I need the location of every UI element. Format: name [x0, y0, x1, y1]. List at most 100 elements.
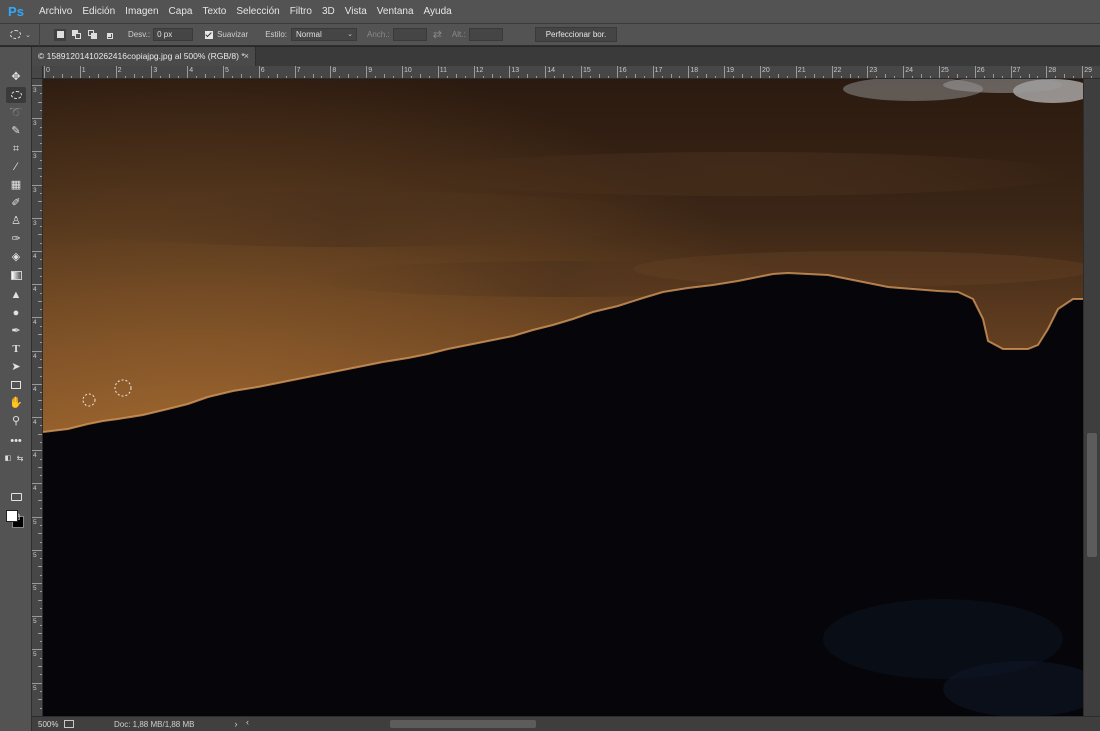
antialias-checkbox[interactable]	[205, 30, 214, 39]
ruler-tick-label: 5	[225, 67, 229, 74]
ruler-tick	[258, 66, 260, 78]
menu-seleccion[interactable]: Selección	[231, 0, 284, 24]
width-input[interactable]	[392, 28, 427, 41]
close-icon[interactable]: ×	[244, 47, 249, 66]
new-selection-icon	[56, 31, 64, 38]
lasso-icon[interactable]: ➰	[6, 105, 26, 121]
gradient-icon[interactable]	[6, 267, 26, 283]
horizontal-ruler[interactable]: 0 1 2 3 4 5 6 7 8 9 10 11 12 13 14 15 16 17 18 19 20 21 22 23 24…	[32, 66, 1100, 79]
eraser-icon[interactable]: ◈	[6, 249, 26, 265]
intersect-selection-button[interactable]	[102, 29, 114, 41]
ruler-tick	[867, 66, 869, 78]
ruler-tick	[32, 317, 42, 319]
style-select[interactable]: Normal ⌄	[291, 28, 357, 41]
add-selection-button[interactable]	[70, 29, 82, 41]
move-icon[interactable]: ✥	[6, 69, 26, 85]
document-tab[interactable]: © 15891201410262416copiajpg.jpg al 500% …	[32, 47, 256, 66]
swap-colors-icon[interactable]: ⇆	[14, 451, 26, 467]
horizontal-scrollbar[interactable]: ‹	[246, 717, 1100, 730]
ruler-tick	[1082, 66, 1084, 78]
ruler-tick-label: 4	[33, 385, 37, 393]
zoom-icon[interactable]: ⚲	[6, 413, 26, 429]
dodge-icon[interactable]: ●	[6, 305, 26, 321]
horizontal-scrollbar-thumb[interactable]	[390, 720, 536, 728]
swap-width-height-icon[interactable]: ⇄	[433, 28, 442, 41]
ruler-tick-label: 5	[33, 684, 37, 692]
brush-icon[interactable]: ✐	[6, 195, 26, 211]
blur-icon[interactable]: ▲	[6, 287, 26, 303]
ruler-tick	[79, 66, 81, 78]
ruler-tick-label: 5	[33, 518, 37, 526]
pen-icon[interactable]: ✒	[6, 323, 26, 339]
type-icon[interactable]: T	[6, 341, 26, 357]
path-selection-icon[interactable]: ➤	[6, 359, 26, 375]
default-colors-icon[interactable]: ◧	[2, 451, 14, 467]
ruler-tick	[44, 66, 45, 78]
ruler-tick	[32, 118, 42, 120]
status-menu-arrow-icon[interactable]: ›	[234, 719, 237, 729]
menu-3d[interactable]: 3D	[317, 0, 340, 24]
feather-input[interactable]: 0 px	[153, 28, 194, 41]
ruler-origin[interactable]	[32, 66, 43, 79]
ruler-tick-label: 4	[33, 352, 37, 360]
new-selection-button[interactable]	[54, 28, 66, 41]
menu-bar: Ps Archivo Edición Imagen Capa Texto Sel…	[0, 0, 1100, 24]
quick-selection-icon[interactable]: ✎	[6, 123, 26, 139]
eyedropper-icon[interactable]: ⁄	[6, 159, 26, 175]
clone-stamp-icon[interactable]: ♙	[6, 213, 26, 229]
ruler-tick-label: 1	[81, 67, 86, 74]
export-icon[interactable]	[64, 720, 74, 728]
menu-filtro[interactable]: Filtro	[285, 0, 317, 24]
subtract-selection-button[interactable]	[86, 29, 98, 41]
menu-archivo[interactable]: Archivo	[34, 0, 77, 24]
subtract-selection-icon	[87, 30, 97, 39]
ruler-tick	[760, 66, 761, 78]
status-bar: 500% Doc: 1,88 MB/1,88 MB › ‹	[32, 716, 1100, 731]
zoom-level[interactable]: 500%	[38, 720, 58, 729]
menu-capa[interactable]: Capa	[164, 0, 198, 24]
ruler-tick	[473, 66, 475, 78]
ruler-tick-label: 4	[33, 253, 37, 260]
crop-icon[interactable]: ⌗	[6, 141, 26, 157]
more-tools-icon[interactable]: •••	[6, 433, 26, 449]
hand-icon[interactable]: ✋	[6, 395, 26, 411]
history-brush-icon[interactable]: ✑	[6, 231, 26, 247]
elliptical-marquee-icon[interactable]	[6, 87, 26, 103]
toolbox: ✥ ➰ ✎ ⌗ ⁄ ▦ ✐ ♙ ✑ ◈ ▲ ● ✒ T ➤ ✋ ⚲ ••• ◧ …	[0, 47, 32, 731]
ruler-tick-label: 8	[332, 67, 337, 74]
ruler-tick-label: 5	[33, 651, 37, 659]
refine-edge-button[interactable]: Perfeccionar bor.	[534, 27, 618, 42]
quick-mask-icon[interactable]	[6, 489, 26, 505]
menu-vista[interactable]: Vista	[340, 0, 372, 24]
ruler-tick-label: 19	[726, 67, 734, 74]
ruler-tick-label: 11	[439, 67, 448, 74]
ruler-tick-label: 4	[33, 286, 37, 294]
ruler-tick-label: 28	[1048, 67, 1057, 74]
ruler-tick	[32, 649, 42, 651]
healing-brush-icon[interactable]: ▦	[6, 177, 26, 193]
ruler-tick	[187, 66, 189, 78]
ruler-tick-label: 4	[33, 452, 37, 460]
vertical-scrollbar[interactable]	[1083, 79, 1100, 716]
ruler-tick-label: 21	[797, 67, 806, 74]
ruler-tick-label: 6	[260, 67, 265, 74]
foreground-color-swatch[interactable]	[6, 510, 18, 522]
menu-edicion[interactable]: Edición	[77, 0, 120, 24]
scroll-left-icon[interactable]: ‹	[246, 717, 249, 727]
height-input[interactable]	[468, 28, 503, 41]
ruler-tick-label: 3	[153, 67, 158, 74]
ruler-tick	[223, 66, 224, 78]
tool-preset-picker[interactable]: ⌄	[0, 23, 40, 46]
vertical-ruler[interactable]: 3 3 3 3 3 4 4 4 4 4 4 4 4 5 5 5 5 5 5	[32, 79, 43, 716]
chevron-down-icon: ⌄	[347, 31, 353, 38]
menu-imagen[interactable]: Imagen	[120, 0, 163, 24]
rectangle-icon[interactable]	[6, 377, 26, 393]
document-canvas[interactable]	[43, 79, 1083, 716]
menu-texto[interactable]: Texto	[197, 0, 231, 24]
ruler-tick	[939, 66, 940, 78]
ruler-tick	[437, 66, 439, 78]
document-info[interactable]: Doc: 1,88 MB/1,88 MB	[114, 720, 194, 729]
menu-ventana[interactable]: Ventana	[372, 0, 419, 24]
menu-ayuda[interactable]: Ayuda	[419, 0, 457, 24]
vertical-scrollbar-thumb[interactable]	[1087, 433, 1097, 557]
